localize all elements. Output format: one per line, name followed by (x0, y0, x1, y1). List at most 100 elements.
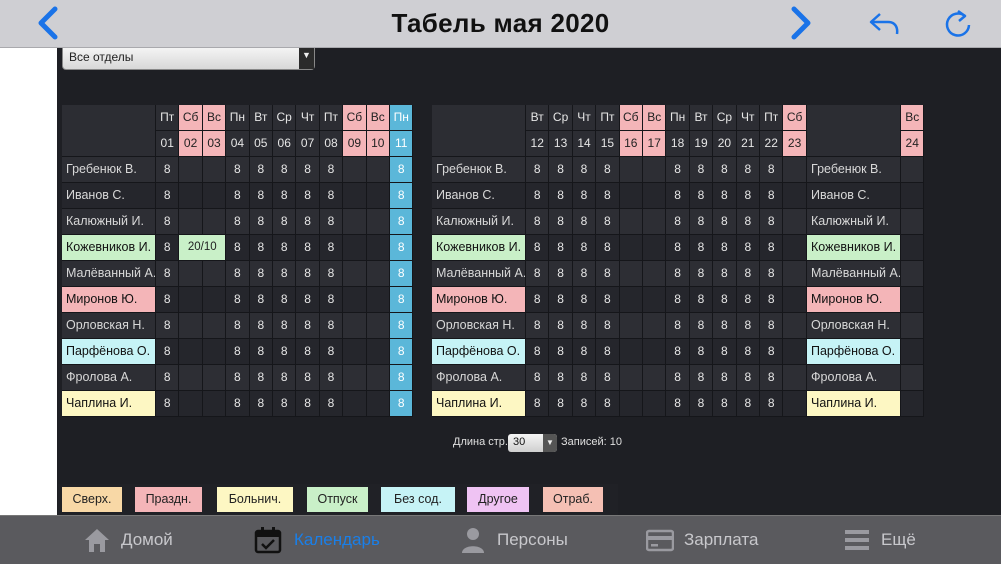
timesheet-cell[interactable]: 8 (226, 235, 250, 261)
timesheet-cell[interactable]: 8 (526, 235, 550, 261)
employee-name[interactable]: Иванов С. (807, 183, 901, 209)
timesheet-cell[interactable]: 8 (596, 313, 620, 339)
employee-name[interactable]: Орловская Н. (807, 313, 901, 339)
timesheet-cell[interactable]: 8 (596, 183, 620, 209)
timesheet-cell[interactable] (366, 365, 390, 391)
timesheet-cell[interactable]: 8 (249, 183, 273, 209)
tab-home[interactable]: Домой (80, 516, 190, 564)
timesheet-cell[interactable]: 8 (390, 209, 414, 235)
timesheet-cell[interactable]: 8 (666, 157, 690, 183)
timesheet-cell[interactable]: 8 (689, 313, 714, 339)
timesheet-cell[interactable] (202, 183, 227, 209)
timesheet-cell[interactable]: 8 (572, 183, 597, 209)
timesheet-cell[interactable] (619, 365, 643, 391)
timesheet-cell[interactable]: 8 (296, 157, 320, 183)
employee-name[interactable]: Калюжный И. (432, 209, 526, 235)
timesheet-cell[interactable] (202, 391, 227, 417)
timesheet-cell[interactable]: 8 (296, 365, 320, 391)
timesheet-cell[interactable]: 8 (689, 287, 714, 313)
timesheet-cell[interactable]: 8 (526, 209, 550, 235)
timesheet-cell[interactable] (202, 287, 227, 313)
timesheet-cell[interactable]: 8 (666, 339, 690, 365)
employee-name[interactable]: Фролова А. (62, 365, 156, 391)
timesheet-cell[interactable]: 8 (572, 261, 597, 287)
timesheet-cell[interactable] (783, 313, 807, 339)
employee-name[interactable]: Орловская Н. (432, 313, 526, 339)
timesheet-cell[interactable]: 8 (572, 235, 597, 261)
timesheet-cell[interactable] (901, 183, 925, 209)
timesheet-cell[interactable]: 8 (526, 261, 550, 287)
timesheet-cell[interactable]: 8 (549, 313, 573, 339)
timesheet-cell[interactable]: 8 (760, 157, 784, 183)
timesheet-cell[interactable] (643, 235, 667, 261)
timesheet-cell[interactable] (619, 339, 643, 365)
timesheet-cell[interactable] (179, 157, 203, 183)
timesheet-cell[interactable] (343, 209, 367, 235)
timesheet-cell[interactable]: 8 (596, 339, 620, 365)
timesheet-cell[interactable]: 8 (760, 209, 784, 235)
refresh-icon[interactable] (940, 6, 976, 40)
timesheet-cell[interactable]: 8 (549, 287, 573, 313)
timesheet-cell[interactable]: 8 (319, 209, 344, 235)
timesheet-cell[interactable]: 8 (296, 391, 320, 417)
employee-name[interactable]: Фролова А. (432, 365, 526, 391)
timesheet-cell[interactable] (619, 313, 643, 339)
tab-salary[interactable]: Зарплата (645, 516, 770, 564)
timesheet-cell[interactable] (179, 287, 203, 313)
timesheet-cell[interactable]: 8 (156, 391, 180, 417)
timesheet-cell[interactable] (619, 209, 643, 235)
timesheet-cell[interactable] (783, 235, 807, 261)
timesheet-cell[interactable]: 8 (156, 235, 180, 261)
timesheet-cell[interactable]: 8 (689, 391, 714, 417)
timesheet-cell[interactable]: 8 (226, 339, 250, 365)
timesheet-cell[interactable]: 8 (319, 287, 344, 313)
timesheet-cell[interactable]: 8 (713, 365, 737, 391)
employee-name[interactable]: Гребенюк В. (432, 157, 526, 183)
timesheet-cell[interactable]: 8 (549, 261, 573, 287)
timesheet-cell[interactable] (901, 157, 925, 183)
timesheet-cell[interactable]: 8 (713, 261, 737, 287)
timesheet-cell[interactable]: 8 (273, 183, 297, 209)
timesheet-cell[interactable]: 8 (549, 209, 573, 235)
timesheet-cell[interactable] (643, 183, 667, 209)
timesheet-cell[interactable] (901, 235, 925, 261)
timesheet-cell[interactable]: 8 (390, 287, 414, 313)
timesheet-cell[interactable]: 8 (156, 287, 180, 313)
timesheet-cell[interactable]: 8 (736, 287, 760, 313)
timesheet-cell[interactable] (366, 339, 390, 365)
timesheet-cell[interactable]: 8 (273, 339, 297, 365)
timesheet-cell[interactable] (366, 287, 390, 313)
timesheet-cell[interactable]: 8 (390, 339, 414, 365)
timesheet-cell[interactable] (343, 235, 367, 261)
timesheet-cell[interactable]: 8 (596, 391, 620, 417)
timesheet-cell[interactable] (619, 235, 643, 261)
employee-name[interactable]: Гребенюк В. (807, 157, 901, 183)
timesheet-cell[interactable]: 8 (760, 339, 784, 365)
timesheet-cell[interactable]: 8 (736, 157, 760, 183)
timesheet-cell[interactable] (643, 391, 667, 417)
timesheet-cell[interactable]: 8 (760, 183, 784, 209)
employee-name[interactable]: Малёванный А. (432, 261, 526, 287)
timesheet-cell[interactable] (783, 365, 807, 391)
department-select[interactable]: Все отделы ▼ (62, 48, 315, 70)
timesheet-cell[interactable] (783, 391, 807, 417)
timesheet-cell[interactable]: 8 (760, 313, 784, 339)
timesheet-cell[interactable]: 8 (713, 287, 737, 313)
timesheet-cell[interactable] (343, 391, 367, 417)
employee-name[interactable]: Калюжный И. (62, 209, 156, 235)
timesheet-cell[interactable] (643, 261, 667, 287)
timesheet-cell[interactable]: 8 (296, 339, 320, 365)
employee-name[interactable]: Кожевников И. (432, 235, 526, 261)
timesheet-cell[interactable] (901, 313, 925, 339)
timesheet-cell[interactable]: 8 (156, 313, 180, 339)
timesheet-cell[interactable]: 8 (666, 287, 690, 313)
timesheet-cell[interactable] (366, 261, 390, 287)
timesheet-cell[interactable]: 8 (319, 365, 344, 391)
timesheet-cell[interactable] (343, 313, 367, 339)
employee-name[interactable]: Миронов Ю. (807, 287, 901, 313)
timesheet-cell[interactable]: 8 (249, 235, 273, 261)
timesheet-cell[interactable] (366, 235, 390, 261)
page-length-select[interactable]: 30 ▼ (508, 434, 557, 452)
timesheet-cell[interactable] (179, 183, 203, 209)
timesheet-cell[interactable]: 8 (319, 183, 344, 209)
